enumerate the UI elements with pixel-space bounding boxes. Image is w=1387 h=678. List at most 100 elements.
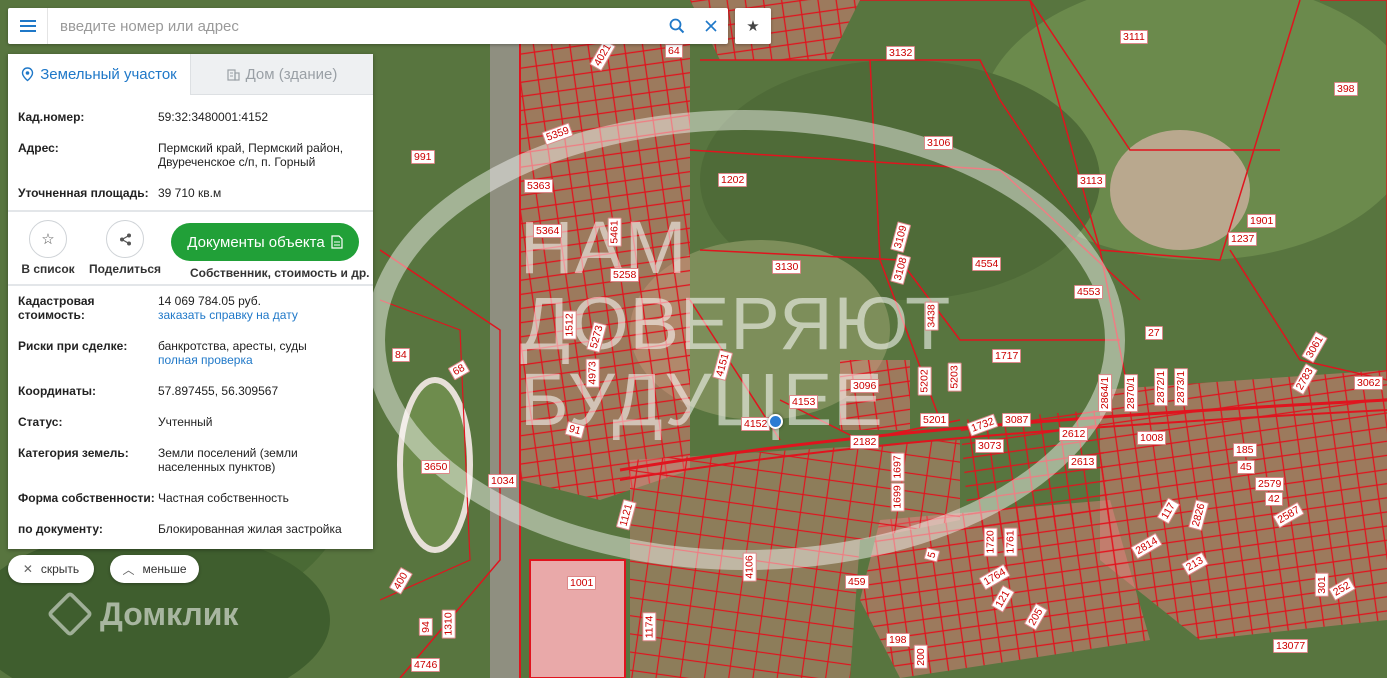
parcel-label[interactable]: 3106 bbox=[924, 136, 954, 150]
parcel-label[interactable]: 2182 bbox=[850, 435, 880, 449]
less-label: меньше bbox=[142, 562, 187, 576]
parcel-label[interactable]: 4746 bbox=[411, 658, 441, 672]
parcel-label[interactable]: 459 bbox=[845, 575, 869, 589]
cad-value-row: Кадастровая стоимость: 14 069 784.05 руб… bbox=[8, 294, 373, 322]
parcel-label[interactable]: 991 bbox=[411, 150, 435, 164]
parcel-label[interactable]: 42 bbox=[1265, 492, 1283, 506]
category-row: Категория земель: Земли поселений (земли… bbox=[8, 446, 373, 474]
parcel-label[interactable]: 64 bbox=[665, 44, 683, 58]
add-to-list-button[interactable]: ☆ В список bbox=[17, 212, 79, 276]
search-bar bbox=[8, 8, 728, 44]
parcel-label[interactable]: 301 bbox=[1314, 573, 1329, 597]
parcel-label[interactable]: 1034 bbox=[488, 474, 518, 488]
parcel-label[interactable]: 94 bbox=[418, 618, 433, 636]
less-button[interactable]: ︿ меньше bbox=[110, 555, 199, 583]
risks-label: Риски при сделке: bbox=[18, 339, 128, 353]
parcel-label[interactable]: 2864/1 bbox=[1098, 373, 1113, 413]
search-button[interactable] bbox=[660, 8, 694, 44]
favorites-button[interactable]: ★ bbox=[735, 8, 771, 44]
action-bar: ☆ В список Поделиться Документы объекта … bbox=[8, 212, 373, 284]
close-icon bbox=[705, 20, 717, 32]
parcel-label[interactable]: 4553 bbox=[1074, 285, 1104, 299]
parcel-label[interactable]: 3438 bbox=[924, 301, 939, 331]
parcel-label[interactable]: 1699 bbox=[890, 482, 905, 512]
menu-button[interactable] bbox=[8, 8, 48, 44]
parcel-label[interactable]: 398 bbox=[1334, 82, 1358, 96]
parcel-label[interactable]: 2579 bbox=[1255, 477, 1285, 491]
area-value: 39 710 кв.м bbox=[158, 186, 222, 200]
document-icon bbox=[331, 235, 343, 249]
coords-value: 57.897455, 56.309567 bbox=[158, 384, 279, 398]
parcel-label[interactable]: 3096 bbox=[850, 379, 880, 393]
parcel-label[interactable]: 2873/1 bbox=[1174, 367, 1189, 407]
cad-number-row: Кад.номер: 59:32:3480001:4152 bbox=[8, 110, 373, 124]
cad-number-label: Кад.номер: bbox=[18, 110, 85, 124]
parcel-label[interactable]: 4106 bbox=[742, 552, 757, 582]
parcel-label[interactable]: 3113 bbox=[1077, 174, 1106, 188]
share-icon bbox=[106, 220, 144, 258]
selected-parcel-marker[interactable] bbox=[768, 414, 783, 429]
parcel-label[interactable]: 13077 bbox=[1273, 639, 1309, 653]
parcel-label[interactable]: 1202 bbox=[718, 173, 748, 187]
parcel-label[interactable]: 5201 bbox=[920, 413, 950, 427]
parcel-label[interactable]: 185 bbox=[1233, 443, 1257, 457]
add-to-list-label: В список bbox=[21, 262, 75, 276]
parcel-label[interactable]: 1001 bbox=[567, 576, 597, 590]
parcel-label[interactable]: 5363 bbox=[524, 179, 554, 193]
parcel-label[interactable]: 2872/1 bbox=[1154, 367, 1169, 407]
hide-panel-button[interactable]: ✕ скрыть bbox=[8, 555, 94, 583]
address-value: Пермский край, Пермский район, Двуреченс… bbox=[158, 141, 344, 169]
search-input[interactable] bbox=[48, 8, 660, 44]
parcel-label[interactable]: 4973 bbox=[585, 358, 600, 388]
parcel-label[interactable]: 1901 bbox=[1247, 214, 1277, 228]
parcel-label[interactable]: 1720 bbox=[983, 527, 998, 557]
parcel-label[interactable]: 3062 bbox=[1354, 376, 1384, 390]
parcel-label[interactable]: 1310 bbox=[441, 609, 456, 639]
parcel-label-selected[interactable]: 4152 bbox=[741, 417, 771, 431]
parcel-label[interactable]: 200 bbox=[913, 645, 928, 669]
parcel-label[interactable]: 4554 bbox=[972, 257, 1002, 271]
by-doc-label: по документу: bbox=[18, 522, 103, 536]
parcel-label[interactable]: 3111 bbox=[1120, 30, 1148, 44]
share-button[interactable]: Поделиться bbox=[89, 212, 161, 276]
parcel-label[interactable]: 1512 bbox=[562, 310, 577, 340]
clear-search-button[interactable] bbox=[694, 8, 728, 44]
parcel-label[interactable]: 3650 bbox=[421, 460, 451, 474]
area-label: Уточненная площадь: bbox=[18, 186, 149, 200]
parcel-label[interactable]: 5461 bbox=[607, 217, 622, 247]
category-value: Земли поселений (земли населенных пункто… bbox=[158, 446, 298, 474]
tab-land-plot[interactable]: Земельный участок bbox=[8, 54, 190, 95]
star-outline-icon: ☆ bbox=[29, 220, 67, 258]
parcel-label[interactable]: 84 bbox=[392, 348, 410, 362]
parcel-label[interactable]: 4153 bbox=[789, 395, 819, 409]
parcel-label[interactable]: 5258 bbox=[610, 268, 640, 282]
parcel-label[interactable]: 3087 bbox=[1002, 413, 1032, 427]
parcel-label[interactable]: 1717 bbox=[992, 349, 1022, 363]
land-plot-icon bbox=[22, 67, 34, 82]
parcel-label[interactable]: 1008 bbox=[1137, 431, 1167, 445]
parcel-label[interactable]: 1761 bbox=[1003, 527, 1018, 557]
parcel-label[interactable]: 2612 bbox=[1059, 427, 1089, 441]
parcel-label[interactable]: 3132 bbox=[886, 46, 916, 60]
parcel-label[interactable]: 45 bbox=[1237, 460, 1255, 474]
parcel-label[interactable]: 1697 bbox=[890, 452, 905, 482]
parcel-label[interactable]: 5364 bbox=[533, 224, 563, 238]
parcel-label[interactable]: 2870/1 bbox=[1124, 373, 1139, 413]
documents-button[interactable]: Документы объекта bbox=[171, 223, 359, 261]
parcel-label[interactable]: 1237 bbox=[1228, 232, 1258, 246]
cad-value: 14 069 784.05 руб. bbox=[158, 294, 261, 308]
full-check-link[interactable]: полная проверка bbox=[158, 353, 363, 367]
tab-building[interactable]: Дом (здание) bbox=[190, 54, 373, 95]
cad-number-link[interactable]: 59:32:3480001:4152 bbox=[158, 110, 363, 124]
parcel-label[interactable]: 3130 bbox=[772, 260, 802, 274]
parcel-label[interactable]: 1174 bbox=[642, 612, 657, 642]
parcel-label[interactable]: 198 bbox=[886, 633, 910, 647]
parcel-label[interactable]: 2613 bbox=[1068, 455, 1098, 469]
parcel-label[interactable]: 27 bbox=[1145, 326, 1163, 340]
domclick-logo-icon bbox=[46, 590, 94, 638]
parcel-label[interactable]: 5202 bbox=[917, 366, 932, 396]
menu-icon bbox=[19, 20, 36, 32]
parcel-label[interactable]: 5203 bbox=[947, 362, 962, 392]
order-certificate-link[interactable]: заказать справку на дату bbox=[158, 308, 363, 322]
parcel-label[interactable]: 3073 bbox=[975, 439, 1005, 453]
